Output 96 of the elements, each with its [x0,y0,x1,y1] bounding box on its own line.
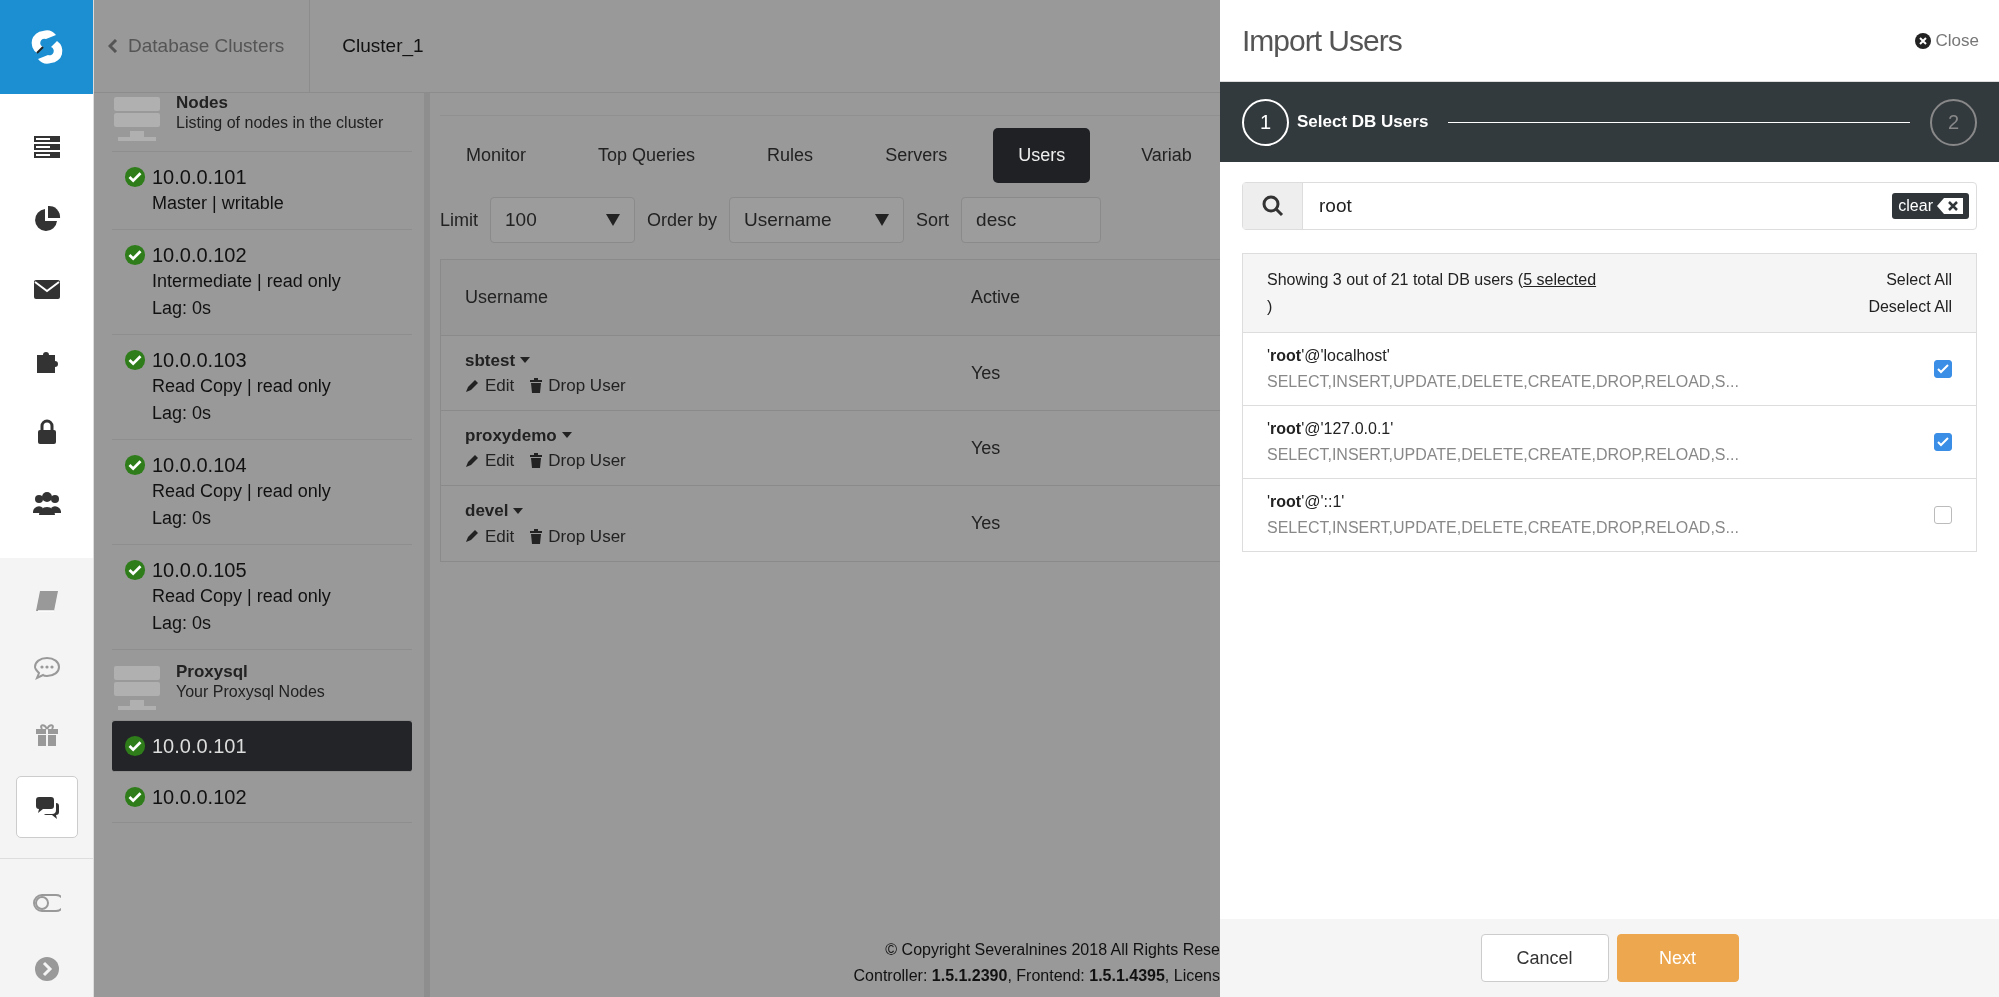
chat-bubbles-button[interactable] [15,776,78,838]
node-item[interactable]: 10.0.0.101 Master | writable [112,152,412,230]
group-subtitle: Your Proxysql Nodes [176,682,325,702]
filter-label: Order by [647,208,718,232]
users-icon [32,489,61,517]
footer-text: Controller: 1.5.1.2390, Frontend: 1.5.1.4395, Licens [853,966,1220,986]
node-detail: Lag: 0s [152,402,213,425]
backspace-icon [1937,198,1963,214]
node-item[interactable]: 10.0.0.104 Read Copy | read only Lag: 0s [112,440,412,545]
drop-user-link[interactable]: Drop User [530,373,626,399]
group-title: Proxysql [176,662,249,682]
node-host: 10.0.0.101 [152,734,247,759]
pencil-icon [465,453,479,468]
node-host: 10.0.0.102 [152,785,247,810]
node-host: 10.0.0.102 [152,243,248,268]
edit-link[interactable]: Edit [465,448,515,474]
column-header: Active [971,286,1021,309]
checkbox[interactable] [1934,506,1952,524]
cluster-title: Cluster_1 [341,33,424,59]
cancel-button[interactable]: Cancel [1480,934,1609,982]
chevron-circle-icon [32,955,61,983]
chevron-left-icon [108,39,118,53]
node-host: 10.0.0.105 [152,558,248,583]
tab[interactable]: Rules [741,128,860,183]
select-field[interactable]: 100 [490,197,635,243]
table-cell-text: Yes [971,512,1001,535]
node-detail: Read Copy | read only [152,480,331,503]
trash-icon [530,453,543,469]
filter-label: Sort [916,208,950,232]
node-host: 10.0.0.103 [152,348,248,373]
user-privileges: SELECT,INSERT,UPDATE,DELETE,CREATE,DROP,RELOAD,S... [1267,445,1739,465]
drawer-title: Import Users [1242,23,1402,59]
node-host: 10.0.0.101 [152,165,248,190]
clear-button[interactable]: clear [1892,193,1969,219]
tab[interactable]: Monitor [440,128,573,183]
user-name: 'root'@'127.0.0.1' [1267,419,1395,439]
pencil-icon [465,529,479,544]
checkbox[interactable] [1934,433,1952,451]
node-detail: Lag: 0s [152,297,213,320]
user-privileges: SELECT,INSERT,UPDATE,DELETE,CREATE,DROP,RELOAD,S... [1267,372,1739,392]
node-detail: Lag: 0s [152,612,213,635]
username-dropdown[interactable]: proxydemo [465,422,572,448]
node-item[interactable]: 10.0.0.101 [112,721,412,772]
selection-summary: Showing 3 out of 21 total DB users (5 selected ) [1267,270,1598,317]
step-circle: 2 [1930,98,1977,146]
group-title: Nodes [176,93,229,113]
table-cell-text: Yes [971,436,1001,460]
drop-user-link[interactable]: Drop User [530,523,626,549]
speech-bubble-icon [32,654,61,682]
caret-down-icon [561,432,572,439]
footer-text: © Copyright Severalnines 2018 All Rights Rese [885,940,1220,960]
node-detail: Read Copy | read only [152,375,331,398]
drop-user-link[interactable]: Drop User [530,448,626,474]
trash-icon [530,378,543,394]
node-detail: Read Copy | read only [152,585,331,608]
pie-chart-icon [32,205,61,233]
tab[interactable]: Users [993,128,1091,183]
username-dropdown[interactable]: sbtest [465,347,531,373]
edit-link[interactable]: Edit [465,373,515,399]
edit-link[interactable]: Edit [465,523,515,549]
node-item[interactable]: 10.0.0.102 [112,772,412,823]
search-field[interactable]: root clear [1242,182,1977,230]
node-detail: Lag: 0s [152,507,213,530]
caret-down-icon [875,214,890,226]
select-field[interactable]: Username [729,197,905,243]
trash-icon [530,528,543,544]
close-icon [1914,32,1931,49]
caret-down-icon [513,507,524,514]
selected-count-link[interactable]: 5 selected [1523,271,1597,288]
user-privileges: SELECT,INSERT,UPDATE,DELETE,CREATE,DROP,RELOAD,S... [1267,518,1739,538]
node-item[interactable]: 10.0.0.103 Read Copy | read only Lag: 0s [112,335,412,440]
pencil-icon [465,378,479,393]
search-icon [1261,195,1284,217]
username-dropdown[interactable]: devel [465,498,524,524]
user-name: 'root'@'localhost' [1267,346,1391,366]
step-circle: 1 [1242,98,1289,146]
tab[interactable]: Servers [859,128,994,183]
node-detail: Intermediate | read only [152,270,341,293]
checkbox[interactable] [1934,360,1952,378]
group-subtitle: Listing of nodes in the cluster [176,113,384,133]
column-header: Username [464,286,550,309]
caret-down-icon [606,214,620,226]
node-host: 10.0.0.104 [152,453,248,478]
select-all-link[interactable]: Select All [1886,266,1952,293]
close-button[interactable]: Close [1914,27,1979,54]
caret-down-icon [520,357,531,364]
deselect-all-link[interactable]: Deselect All [1868,293,1952,320]
user-name: 'root'@'::1' [1267,492,1346,512]
table-cell-text: Yes [971,361,1001,385]
node-item[interactable]: 10.0.0.102 Intermediate | read only Lag: 0s [112,230,412,335]
select-field[interactable]: desc [961,197,1102,243]
node-detail: Master | writable [152,192,284,215]
step-label: Select DB Users [1297,111,1429,134]
filter-label: Limit [440,208,478,232]
tab[interactable]: Top Queries [572,128,742,183]
node-item[interactable]: 10.0.0.105 Read Copy | read only Lag: 0s [112,545,412,650]
